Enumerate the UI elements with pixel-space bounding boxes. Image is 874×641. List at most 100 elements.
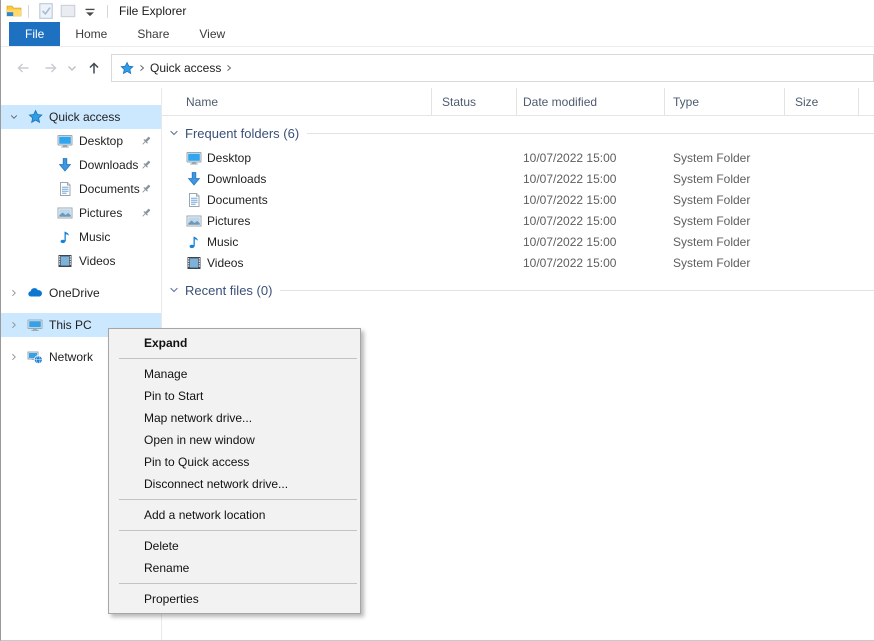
chevron-down-icon[interactable] bbox=[168, 284, 180, 296]
menu-item-pin-to-quick-access[interactable]: Pin to Quick access bbox=[109, 451, 360, 473]
sidebar-item-label: Desktop bbox=[79, 134, 123, 148]
chevron-right-icon[interactable] bbox=[9, 288, 19, 298]
pin-icon[interactable] bbox=[139, 182, 153, 196]
group-header-frequent-folders[interactable]: Frequent folders (6) bbox=[162, 123, 874, 143]
pictures-icon bbox=[186, 213, 202, 229]
menu-separator bbox=[119, 358, 357, 359]
qat-new-folder-icon[interactable] bbox=[59, 2, 77, 20]
downloads-icon bbox=[186, 171, 202, 187]
sidebar-item-documents[interactable]: Documents bbox=[1, 177, 161, 201]
qat-customize-dropdown-icon[interactable] bbox=[81, 2, 99, 20]
music-icon bbox=[186, 234, 202, 250]
onedrive-icon bbox=[27, 285, 43, 301]
file-date-modified: 10/07/2022 15:00 bbox=[517, 193, 665, 207]
network-icon bbox=[27, 349, 43, 365]
separator bbox=[107, 5, 108, 18]
pin-icon[interactable] bbox=[139, 158, 153, 172]
file-row-music[interactable]: Music10/07/2022 15:00System Folder bbox=[162, 231, 874, 252]
qat-properties-icon[interactable] bbox=[37, 2, 55, 20]
navigation-bar: Quick access bbox=[1, 47, 874, 89]
chevron-down-icon[interactable] bbox=[9, 112, 19, 122]
file-date-modified: 10/07/2022 15:00 bbox=[517, 256, 665, 270]
up-icon[interactable] bbox=[86, 60, 102, 76]
menu-item-add-a-network-location[interactable]: Add a network location bbox=[109, 504, 360, 526]
file-date-modified: 10/07/2022 15:00 bbox=[517, 172, 665, 186]
menu-separator bbox=[119, 499, 357, 500]
menu-item-map-network-drive[interactable]: Map network drive... bbox=[109, 407, 360, 429]
sidebar-item-quick-access[interactable]: Quick access bbox=[1, 105, 161, 129]
group-rule bbox=[280, 290, 874, 291]
quick-access-star-icon bbox=[27, 109, 43, 125]
tab-file[interactable]: File bbox=[9, 22, 60, 46]
menu-item-delete[interactable]: Delete bbox=[109, 535, 360, 557]
pin-icon[interactable] bbox=[139, 206, 153, 220]
breadcrumb-chevron-icon[interactable] bbox=[137, 62, 147, 74]
pin-icon[interactable] bbox=[139, 134, 153, 148]
videos-icon bbox=[186, 255, 202, 271]
breadcrumb-quick-access[interactable]: Quick access bbox=[150, 61, 221, 75]
file-name: Downloads bbox=[207, 172, 266, 186]
tab-view[interactable]: View bbox=[184, 22, 240, 46]
menu-item-rename[interactable]: Rename bbox=[109, 557, 360, 579]
music-icon bbox=[57, 229, 73, 245]
sidebar-item-label: Documents bbox=[79, 182, 140, 196]
videos-icon bbox=[57, 253, 73, 269]
file-type: System Folder bbox=[665, 172, 785, 186]
file-explorer-window: File Explorer File Home Share View Quick… bbox=[0, 0, 874, 641]
file-row-desktop[interactable]: Desktop10/07/2022 15:00System Folder bbox=[162, 147, 874, 168]
menu-item-pin-to-start[interactable]: Pin to Start bbox=[109, 385, 360, 407]
file-name: Documents bbox=[207, 193, 268, 207]
file-type: System Folder bbox=[665, 214, 785, 228]
file-row-downloads[interactable]: Downloads 10/07/2022 15:00System Folder bbox=[162, 168, 874, 189]
sidebar-item-onedrive[interactable]: OneDrive bbox=[1, 281, 161, 305]
menu-separator bbox=[119, 583, 357, 584]
chevron-right-icon[interactable] bbox=[9, 352, 19, 362]
menu-item-disconnect-network-drive[interactable]: Disconnect network drive... bbox=[109, 473, 360, 495]
file-type: System Folder bbox=[665, 256, 785, 270]
file-row-pictures[interactable]: Pictures10/07/2022 15:00System Folder bbox=[162, 210, 874, 231]
sidebar-item-label: Downloads bbox=[79, 158, 138, 172]
sidebar-item-videos[interactable]: Videos bbox=[1, 249, 161, 273]
chevron-down-icon[interactable] bbox=[168, 127, 180, 139]
forward-icon[interactable] bbox=[43, 60, 59, 76]
column-header-date-modified[interactable]: Date modified bbox=[517, 88, 665, 115]
group-header-recent-files[interactable]: Recent files (0) bbox=[162, 280, 874, 300]
sidebar-item-label: Quick access bbox=[49, 110, 120, 124]
file-name: Videos bbox=[207, 256, 243, 270]
desktop-icon bbox=[57, 133, 73, 149]
column-header-type[interactable]: Type bbox=[665, 88, 785, 115]
sidebar-item-music[interactable]: Music bbox=[1, 225, 161, 249]
sidebar-item-desktop[interactable]: Desktop bbox=[1, 129, 161, 153]
sidebar-item-pictures[interactable]: Pictures bbox=[1, 201, 161, 225]
menu-item-open-in-new-window[interactable]: Open in new window bbox=[109, 429, 360, 451]
tab-share[interactable]: Share bbox=[122, 22, 184, 46]
file-row-documents[interactable]: Documents10/07/2022 15:00System Folder bbox=[162, 189, 874, 210]
column-header-status[interactable]: Status bbox=[432, 88, 517, 115]
desktop-icon bbox=[186, 150, 202, 166]
tab-home[interactable]: Home bbox=[60, 22, 122, 46]
file-type: System Folder bbox=[665, 151, 785, 165]
group-label: Frequent folders (6) bbox=[185, 126, 299, 141]
file-row-videos[interactable]: Videos 10/07/2022 15:00System Folder bbox=[162, 252, 874, 273]
context-menu: Expand ManagePin to StartMap network driv… bbox=[108, 328, 361, 614]
sidebar-item-label: Music bbox=[79, 230, 110, 244]
chevron-right-icon[interactable] bbox=[9, 320, 19, 330]
title-bar: File Explorer bbox=[1, 0, 874, 22]
menu-item-manage[interactable]: Manage bbox=[109, 363, 360, 385]
column-header-size[interactable]: Size bbox=[785, 88, 859, 115]
sidebar-item-label: Network bbox=[49, 350, 93, 364]
column-header-name[interactable]: Name bbox=[162, 88, 432, 115]
sidebar-item-downloads[interactable]: Downloads bbox=[1, 153, 161, 177]
address-bar[interactable]: Quick access bbox=[111, 54, 874, 82]
file-type: System Folder bbox=[665, 235, 785, 249]
group-label: Recent files (0) bbox=[185, 283, 272, 298]
window-title: File Explorer bbox=[119, 4, 186, 18]
history-chevron-icon[interactable] bbox=[67, 60, 77, 76]
sidebar-item-label: Videos bbox=[79, 254, 115, 268]
menu-item-properties[interactable]: Properties bbox=[109, 588, 360, 610]
back-icon[interactable] bbox=[15, 60, 31, 76]
file-explorer-logo-icon bbox=[6, 3, 22, 19]
sidebar-item-label: This PC bbox=[49, 318, 92, 332]
breadcrumb-chevron-icon[interactable] bbox=[224, 62, 234, 74]
menu-item-expand[interactable]: Expand bbox=[109, 332, 360, 354]
